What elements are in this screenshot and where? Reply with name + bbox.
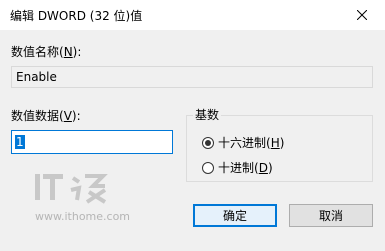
edit-dword-dialog: 编辑 DWORD (32 位)值 数值名称(N): Enable 数值数据(V)… xyxy=(0,0,385,251)
radio-decimal-accesskey: D xyxy=(258,161,268,175)
value-data-accesskey: V xyxy=(63,109,72,123)
radio-decimal-label-suffix: ) xyxy=(267,161,273,175)
value-data-label-text: 数值数据( xyxy=(11,109,64,123)
value-name-label-suffix: ): xyxy=(72,45,82,59)
ok-button[interactable]: 确定 xyxy=(193,204,277,227)
radio-hexadecimal-accesskey: H xyxy=(270,136,280,150)
value-data-text: 1 xyxy=(15,135,25,149)
value-name-field: Enable xyxy=(11,66,373,88)
radio-hexadecimal[interactable]: 十六进制(H) xyxy=(202,134,284,151)
close-icon xyxy=(357,10,367,20)
value-data-label-suffix: ): xyxy=(71,109,81,123)
radio-hexadecimal-label-text: 十六进制( xyxy=(218,136,271,150)
close-button[interactable] xyxy=(339,0,385,30)
radio-decimal-label-text: 十进制( xyxy=(218,161,259,175)
ok-button-label: 确定 xyxy=(222,209,247,223)
base-legend: 基数 xyxy=(193,106,222,123)
radio-hexadecimal-label-suffix: ) xyxy=(279,136,285,150)
watermark-url: www.ithome.com xyxy=(35,210,131,223)
window-title: 编辑 DWORD (32 位)值 xyxy=(10,9,143,23)
title-bar[interactable]: 编辑 DWORD (32 位)值 xyxy=(0,0,385,30)
radio-hexadecimal-indicator[interactable] xyxy=(202,136,214,149)
value-name-label: 数值名称(N): xyxy=(11,43,81,60)
radio-hexadecimal-label: 十六进制(H) xyxy=(218,134,284,151)
radio-decimal-label: 十进制(D) xyxy=(218,159,273,176)
cancel-button[interactable]: 取消 xyxy=(289,204,373,227)
value-name-label-text: 数值名称( xyxy=(11,45,64,59)
radio-decimal-indicator[interactable] xyxy=(202,161,214,174)
cancel-button-label: 取消 xyxy=(318,209,343,223)
value-data-label: 数值数据(V): xyxy=(11,107,81,124)
ithome-logo-icon xyxy=(35,174,108,204)
value-data-input[interactable]: 1 xyxy=(11,130,173,154)
value-name-accesskey: N xyxy=(63,45,73,59)
radio-decimal[interactable]: 十进制(D) xyxy=(202,159,273,176)
